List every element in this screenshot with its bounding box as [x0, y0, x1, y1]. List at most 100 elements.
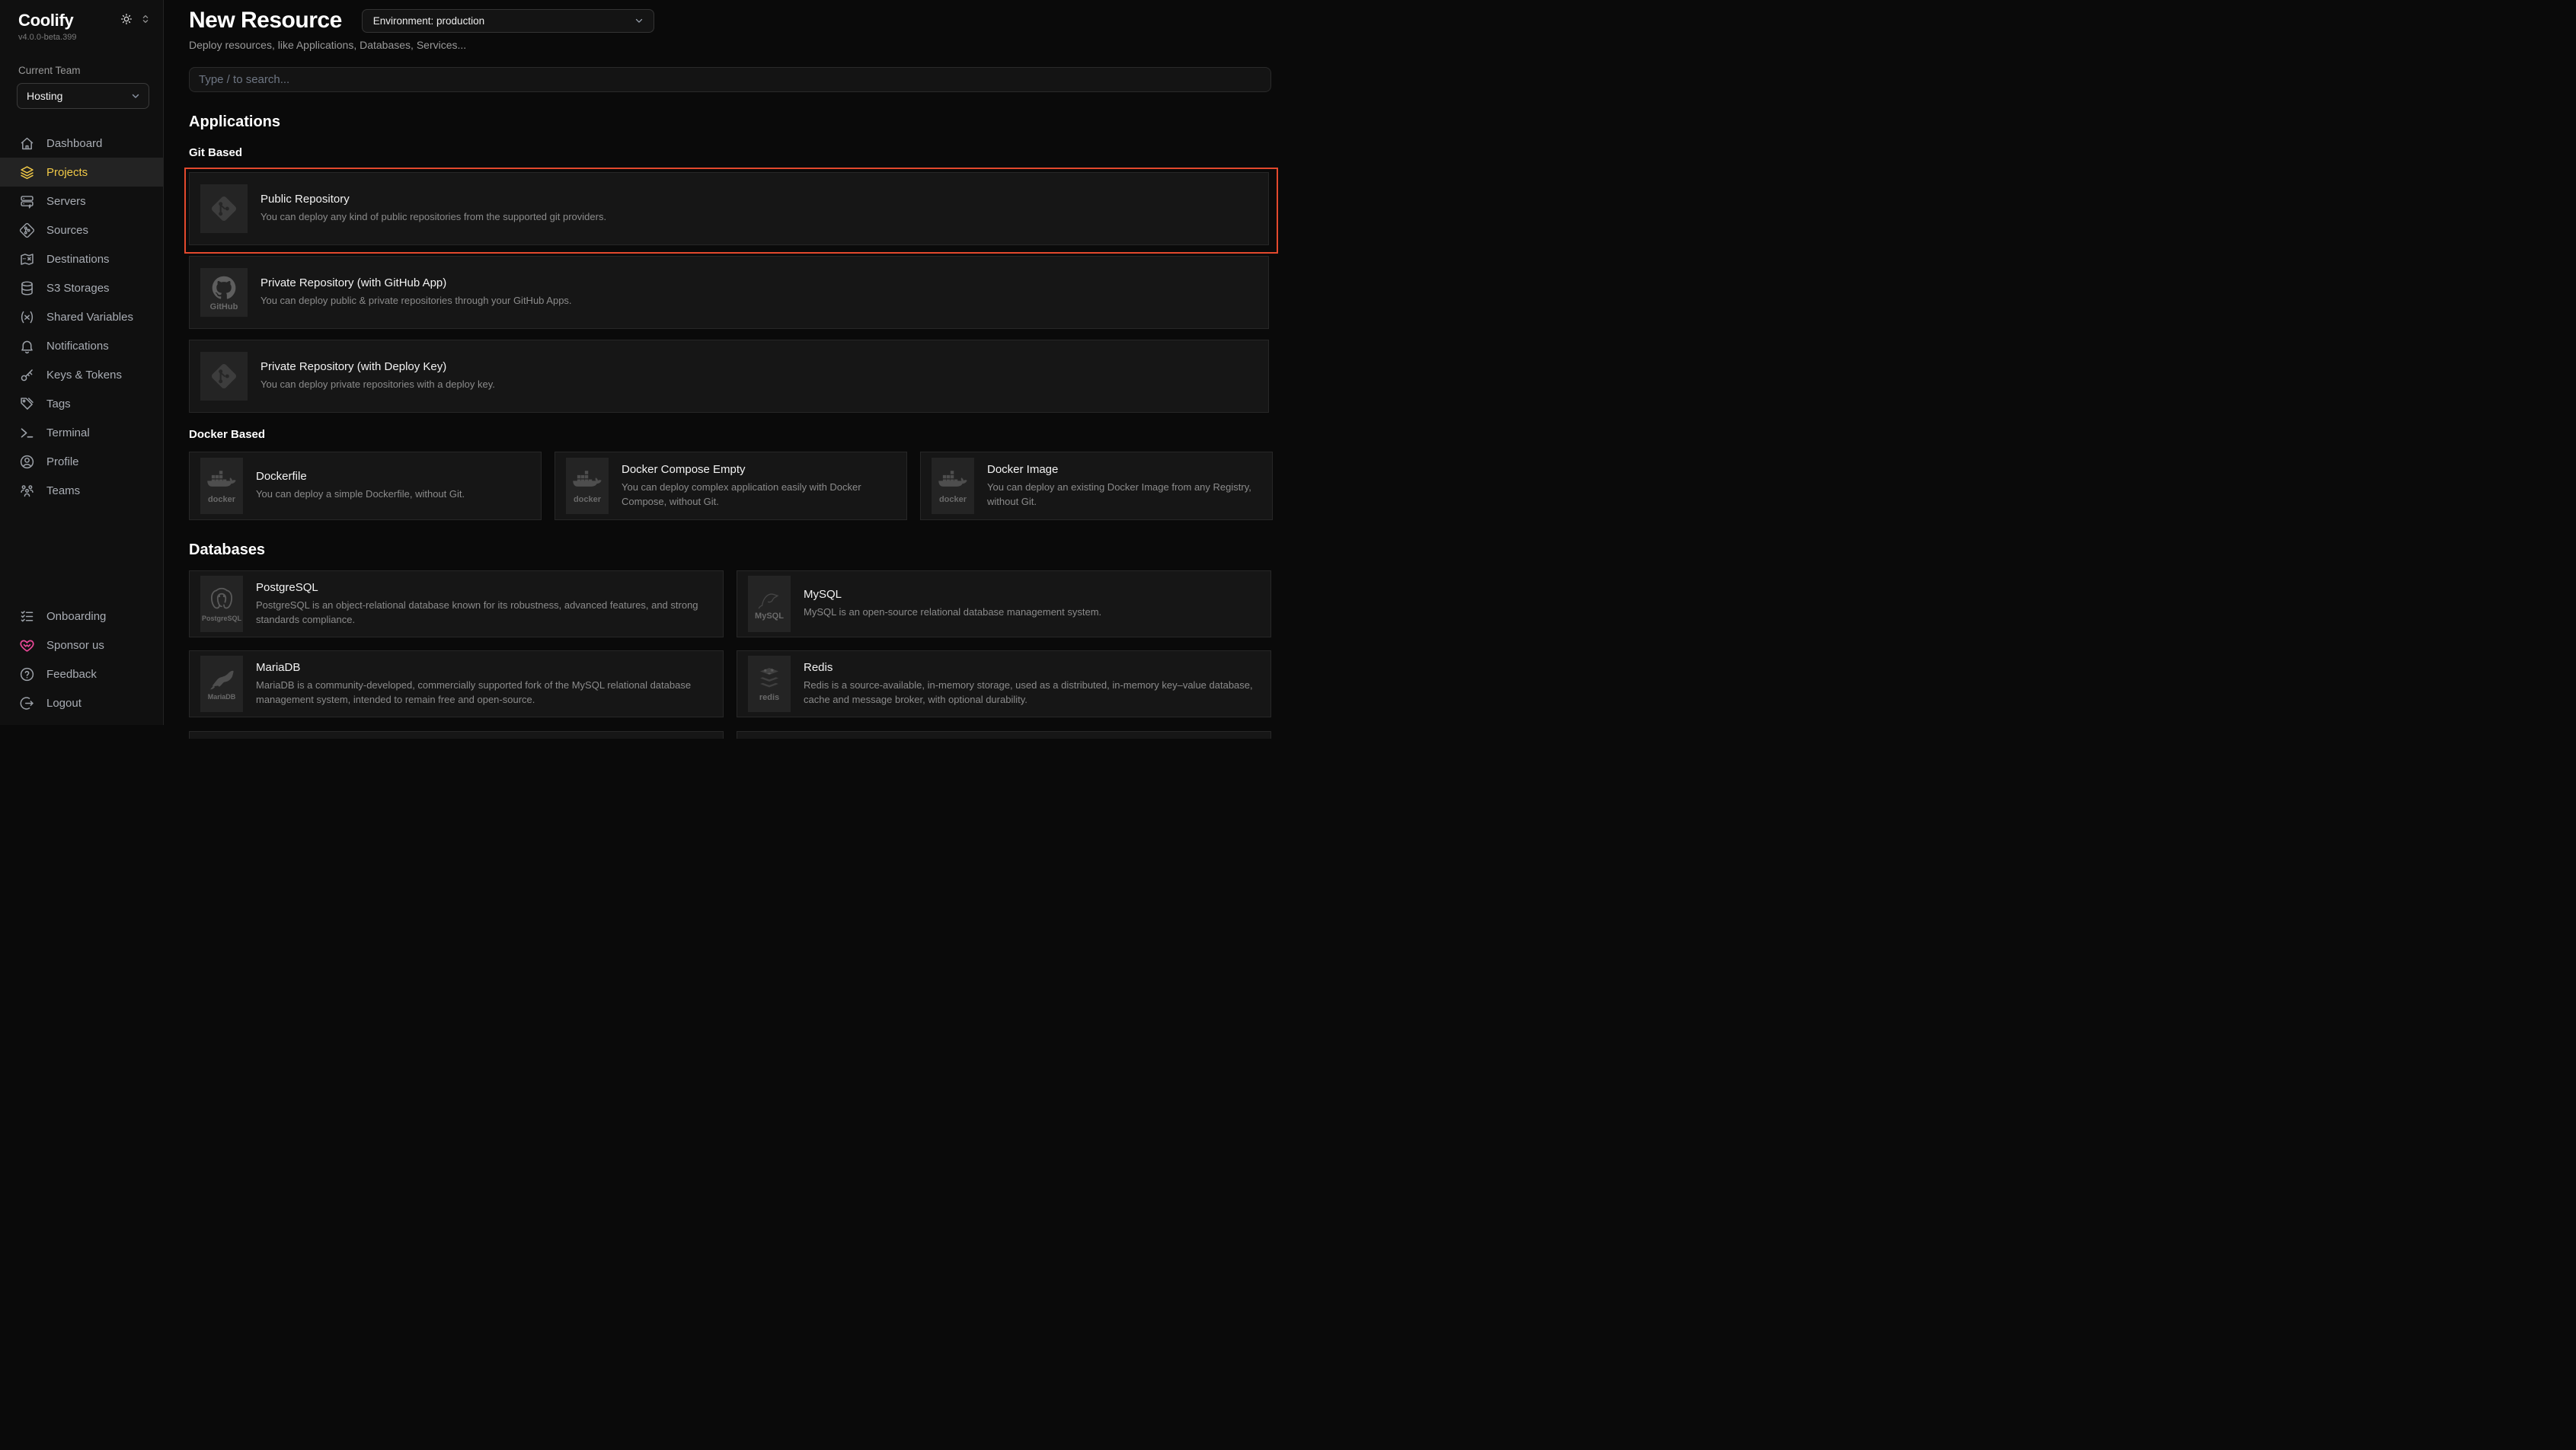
team-select-value: Hosting: [27, 90, 62, 102]
page-subtitle: Deploy resources, like Applications, Dat…: [189, 39, 1269, 51]
card-title: PostgreSQL: [256, 581, 711, 594]
resource-card-partial[interactable]: [737, 731, 1271, 739]
resource-card-docker-image[interactable]: docker Docker Image You can deploy an ex…: [920, 452, 1273, 520]
resource-card-postgresql[interactable]: PostgreSQL PostgreSQL PostgreSQL is an o…: [189, 570, 724, 637]
postgresql-wordmark: PostgreSQL: [202, 615, 241, 622]
variable-icon: [18, 308, 35, 325]
card-description: MySQL is an open-source relational datab…: [804, 605, 1101, 620]
theme-toggle-sun-icon[interactable]: [120, 13, 133, 25]
sidebar-item-destinations[interactable]: Destinations: [0, 244, 163, 273]
user-circle-icon: [18, 453, 35, 470]
sidebar-item-label: Sponsor us: [46, 639, 104, 652]
card-description: You can deploy an existing Docker Image …: [987, 481, 1260, 509]
card-description: MariaDB is a community-developed, commer…: [256, 679, 711, 707]
map-icon: [18, 251, 35, 267]
sidebar-item-s3-storages[interactable]: S3 Storages: [0, 273, 163, 302]
sidebar-item-teams[interactable]: Teams: [0, 476, 163, 505]
docker-wordmark: docker: [208, 496, 235, 504]
resource-card-private-repository-github-app[interactable]: GitHub Private Repository (with GitHub A…: [189, 256, 1269, 329]
sidebar-item-label: Servers: [46, 195, 86, 208]
sidebar-item-terminal[interactable]: Terminal: [0, 418, 163, 447]
card-description: You can deploy public & private reposito…: [260, 294, 572, 308]
card-title: Redis: [804, 661, 1258, 674]
docker-icon: docker: [200, 458, 243, 514]
card-title: Public Repository: [260, 193, 606, 206]
sidebar-item-label: Notifications: [46, 340, 109, 353]
resource-card-dockerfile[interactable]: docker Dockerfile You can deploy a simpl…: [189, 452, 542, 520]
partial-card-row: [189, 731, 1269, 739]
sidebar-item-servers[interactable]: Servers: [0, 187, 163, 216]
resource-card-mariadb[interactable]: MariaDB MariaDB MariaDB is a community-d…: [189, 650, 724, 717]
github-wordmark: GitHub: [210, 303, 238, 311]
docker-icon: docker: [932, 458, 974, 514]
sidebar-item-notifications[interactable]: Notifications: [0, 331, 163, 360]
app-logo: Coolify: [18, 11, 73, 30]
sidebar-item-shared-variables[interactable]: Shared Variables: [0, 302, 163, 331]
server-icon: [18, 193, 35, 209]
card-description: You can deploy complex application easil…: [622, 481, 894, 509]
git-icon: [200, 184, 248, 233]
applications-heading: Applications: [189, 113, 1269, 131]
card-description: You can deploy private repositories with…: [260, 378, 495, 392]
current-team-label: Current Team: [0, 42, 163, 76]
sidebar-item-sponsor-us[interactable]: Sponsor us: [0, 631, 163, 660]
help-circle-icon: [18, 666, 35, 682]
sidebar-item-label: Terminal: [46, 426, 90, 439]
home-icon: [18, 135, 35, 152]
sidebar-item-tags[interactable]: Tags: [0, 389, 163, 418]
git-icon: [200, 352, 248, 401]
resource-card-redis[interactable]: redis Redis Redis is a source-available,…: [737, 650, 1271, 717]
card-title: Dockerfile: [256, 470, 465, 483]
sidebar-item-sources[interactable]: Sources: [0, 216, 163, 244]
resource-card-private-repository-deploy-key[interactable]: Private Repository (with Deploy Key) You…: [189, 340, 1269, 413]
app-version: v4.0.0-beta.399: [0, 30, 163, 42]
sidebar-item-label: Feedback: [46, 668, 97, 681]
main-content: New Resource Environment: production Dep…: [165, 0, 1288, 725]
sidebar-item-label: Dashboard: [46, 137, 102, 150]
postgresql-icon: PostgreSQL: [200, 576, 243, 632]
sidebar-item-label: Keys & Tokens: [46, 369, 122, 382]
card-title: MySQL: [804, 588, 1101, 601]
collapse-chevrons-icon[interactable]: [140, 14, 151, 24]
resource-card-partial[interactable]: [189, 731, 724, 739]
sidebar-item-label: Sources: [46, 224, 88, 237]
sidebar-item-label: Shared Variables: [46, 311, 133, 324]
card-description: You can deploy any kind of public reposi…: [260, 210, 606, 225]
git-based-heading: Git Based: [189, 146, 1269, 159]
sidebar: Coolify v4.0.0-beta.399 Current Team Hos…: [0, 0, 164, 725]
card-description: PostgreSQL is an object-relational datab…: [256, 599, 711, 628]
resource-card-public-repository[interactable]: Public Repository You can deploy any kin…: [189, 172, 1269, 245]
docker-wordmark: docker: [939, 496, 967, 504]
logout-icon: [18, 695, 35, 711]
team-select[interactable]: Hosting: [17, 83, 149, 109]
sidebar-item-logout[interactable]: Logout: [0, 688, 163, 717]
chevron-down-icon: [130, 91, 141, 101]
database-icon: [18, 279, 35, 296]
key-icon: [18, 366, 35, 383]
sidebar-item-onboarding[interactable]: Onboarding: [0, 602, 163, 631]
users-icon: [18, 482, 35, 499]
docker-based-heading: Docker Based: [189, 428, 1269, 441]
environment-select[interactable]: Environment: production: [362, 9, 654, 33]
sidebar-item-projects[interactable]: Projects: [0, 158, 163, 187]
sidebar-item-keys-tokens[interactable]: Keys & Tokens: [0, 360, 163, 389]
sidebar-item-dashboard[interactable]: Dashboard: [0, 129, 163, 158]
sidebar-footer: Onboarding Sponsor us Feedback Logout: [0, 602, 163, 725]
search-input[interactable]: [189, 67, 1271, 92]
redis-icon: redis: [748, 656, 791, 712]
layers-icon: [18, 164, 35, 180]
sidebar-nav: Dashboard Projects Servers Sources Desti…: [0, 129, 163, 725]
card-title: Private Repository (with GitHub App): [260, 276, 572, 289]
sidebar-item-profile[interactable]: Profile: [0, 447, 163, 476]
sidebar-item-label: S3 Storages: [46, 282, 110, 295]
resource-card-docker-compose-empty[interactable]: docker Docker Compose Empty You can depl…: [555, 452, 907, 520]
resource-card-mysql[interactable]: MySQL MySQL MySQL is an open-source rela…: [737, 570, 1271, 637]
sidebar-item-label: Logout: [46, 697, 81, 710]
mariadb-wordmark: MariaDB: [208, 694, 236, 701]
card-title: Docker Compose Empty: [622, 463, 894, 476]
tag-icon: [18, 395, 35, 412]
card-description: Redis is a source-available, in-memory s…: [804, 679, 1258, 707]
sidebar-item-feedback[interactable]: Feedback: [0, 660, 163, 688]
sidebar-item-label: Teams: [46, 484, 80, 497]
sidebar-item-label: Profile: [46, 455, 79, 468]
